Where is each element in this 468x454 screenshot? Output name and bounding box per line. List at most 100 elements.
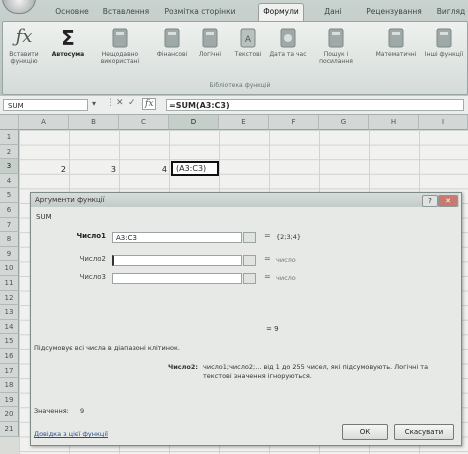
column-header[interactable]: B (69, 115, 119, 130)
book-icon: A (240, 28, 256, 48)
column-header[interactable]: G (319, 115, 369, 130)
date-time-button[interactable]: Дата та час (268, 26, 308, 78)
arg1-label: Число1 (76, 232, 106, 240)
sigma-icon: Σ (61, 26, 75, 50)
range-picker-icon[interactable] (243, 232, 256, 243)
financial-button[interactable]: Фінансові (152, 26, 192, 78)
book-icon (436, 28, 452, 48)
value-label: Значення: (34, 407, 69, 415)
help-link[interactable]: Довідка з цієї функції (34, 430, 108, 438)
row-header[interactable]: 4 (0, 173, 19, 189)
row-header[interactable]: 3 (0, 159, 19, 174)
column-header[interactable]: F (269, 115, 319, 130)
row-header[interactable]: 13 (0, 305, 19, 320)
book-icon (202, 28, 218, 48)
cell-C3[interactable]: 4 (120, 165, 167, 174)
value-result: 9 (80, 407, 85, 415)
formula-bar-controls: ▾ ⋮ ✕ ✓ fx (92, 98, 164, 112)
svg-text:A: A (245, 35, 252, 45)
tab-insert[interactable]: Вставлення (100, 4, 152, 20)
row-header[interactable]: 18 (0, 378, 19, 393)
equals-sign: = (264, 231, 271, 240)
logical-button[interactable]: Логічні (190, 26, 230, 78)
function-result: = 9 (266, 325, 279, 333)
equals-sign: = (264, 254, 271, 263)
formula-input[interactable]: =SUM(A3:C3) (166, 99, 464, 111)
column-header[interactable]: I (419, 115, 468, 130)
arg2-label: Число2 (79, 255, 106, 263)
range-picker-icon[interactable] (243, 255, 256, 266)
arg3-label: Число3 (79, 273, 106, 281)
arg2-result: число (276, 256, 296, 264)
tab-formulas[interactable]: Формули (258, 3, 304, 22)
function-library-group-label: Бібліотека функцій (209, 82, 271, 89)
arg3-input[interactable] (112, 273, 242, 284)
book-icon (328, 28, 344, 48)
row-header[interactable]: 21 (0, 422, 19, 437)
column-header[interactable]: D (169, 115, 219, 130)
tab-data[interactable]: Дані (318, 4, 348, 20)
arg-name: Число2: (167, 363, 198, 371)
fx-icon[interactable]: fx (142, 98, 157, 110)
arg3-result: число (276, 274, 296, 282)
cancel-button[interactable]: Скасувати (394, 424, 454, 440)
arg1-input[interactable]: A3:C3 (112, 232, 242, 243)
more-functions-button[interactable]: Інші функції (424, 26, 464, 78)
row-header[interactable]: 19 (0, 392, 19, 408)
fx-icon: ƒx (15, 26, 33, 47)
ok-button[interactable]: ОК (342, 424, 388, 440)
tab-page-layout[interactable]: Розмітка сторінки (160, 4, 240, 20)
name-box[interactable]: SUM (3, 99, 88, 111)
cancel-icon[interactable]: ✕ (116, 98, 124, 108)
row-header[interactable]: 12 (0, 290, 19, 306)
function-name: SUM (36, 213, 52, 221)
row-header[interactable]: 6 (0, 203, 19, 218)
row-header[interactable]: 14 (0, 319, 19, 335)
namebox-dropdown-icon[interactable]: ▾ (92, 99, 96, 108)
autosum-button[interactable]: Σ Автосума (48, 26, 88, 78)
recent-functions-button[interactable]: Нещодавно використані (100, 26, 140, 78)
arg2-input[interactable] (112, 255, 242, 266)
math-trig-button[interactable]: Математичні (372, 26, 420, 78)
lookup-reference-button[interactable]: Пошук і посилання (316, 26, 356, 78)
row-header[interactable]: 20 (0, 407, 19, 422)
row-header[interactable]: 15 (0, 334, 19, 349)
range-picker-icon[interactable] (243, 273, 256, 284)
arg1-result: {2;3;4} (276, 233, 302, 241)
column-header[interactable]: A (19, 115, 69, 130)
enter-icon[interactable]: ✓ (128, 98, 136, 108)
cell-A3[interactable]: 2 (20, 165, 66, 174)
book-icon (164, 28, 180, 48)
row-header[interactable]: 8 (0, 232, 19, 247)
close-icon[interactable]: ✕ (438, 195, 458, 207)
row-header[interactable]: 10 (0, 261, 19, 276)
column-header[interactable]: H (369, 115, 419, 130)
row-header[interactable]: 16 (0, 349, 19, 364)
book-icon (112, 28, 128, 48)
insert-function-button[interactable]: ƒx Вставити функцію (4, 26, 44, 78)
row-header[interactable]: 9 (0, 246, 19, 262)
row-header[interactable]: 11 (0, 276, 19, 291)
dialog-title[interactable]: Аргументи функції (31, 193, 459, 207)
tab-review[interactable]: Рецензування (362, 4, 426, 20)
row-header[interactable]: 17 (0, 363, 19, 379)
equals-sign: = (264, 272, 271, 281)
column-header[interactable]: E (219, 115, 269, 130)
select-all-corner[interactable] (0, 115, 19, 130)
book-icon (388, 28, 404, 48)
cell-B3[interactable]: 3 (70, 165, 116, 174)
row-header[interactable]: 7 (0, 217, 19, 233)
row-header[interactable]: 1 (0, 130, 19, 145)
book-icon (280, 28, 296, 48)
column-header[interactable]: C (119, 115, 169, 130)
text-button[interactable]: A Текстові (228, 26, 268, 78)
tab-home[interactable]: Основне (50, 4, 94, 20)
row-header[interactable]: 5 (0, 188, 19, 203)
function-description: Підсумовує всі числа в діапазоні клітино… (34, 344, 181, 352)
help-icon[interactable]: ? (422, 195, 438, 207)
row-header[interactable]: 2 (0, 144, 19, 160)
arg-description: число1;число2;... від 1 до 255 чисел, як… (203, 363, 429, 380)
active-cell-D3[interactable]: (A3:C3) (171, 161, 219, 176)
function-arguments-dialog (30, 192, 462, 446)
tab-view[interactable]: Вигляд (436, 4, 466, 20)
